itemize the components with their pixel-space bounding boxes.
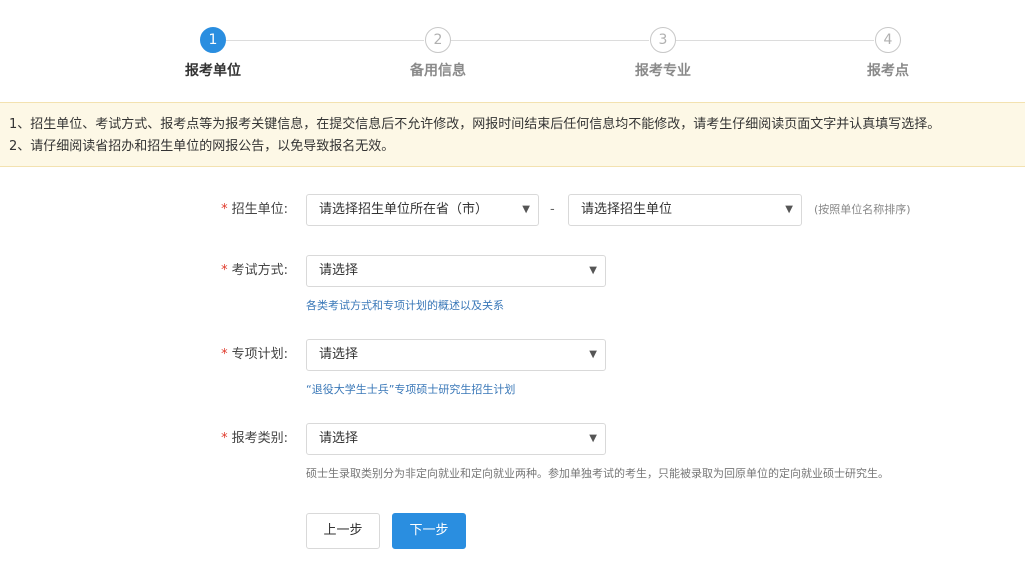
progress-stepper: 1 报考单位 2 备用信息 3 报考专业 4 报考点 — [0, 0, 1025, 100]
step-number: 3 — [650, 27, 676, 53]
required-mark: * — [221, 347, 228, 362]
special-plan-select-value: 请选择 — [319, 347, 359, 362]
unit-select-value: 请选择招生单位 — [581, 202, 673, 217]
category-row: * 报考类别: 请选择 ▼ 硕士生录取类别分为非定向就业和定向就业两种。参加单独考… — [0, 423, 1025, 483]
step-1: 1 报考单位 — [153, 27, 273, 80]
step-label: 报考单位 — [185, 63, 241, 79]
exam-method-select-value: 请选择 — [319, 263, 359, 278]
unit-row: * 招生单位: 请选择招生单位所在省（市） ▼ - 请选择招生单位 ▼ (按照单位… — [0, 194, 1025, 226]
step-number: 1 — [200, 27, 226, 53]
special-plan-label: * 专项计划: — [221, 347, 288, 362]
separator: - — [550, 202, 555, 217]
chevron-down-icon: ▼ — [785, 204, 793, 215]
province-select-value: 请选择招生单位所在省（市） — [319, 202, 489, 217]
exam-method-select[interactable]: 请选择 ▼ — [306, 255, 606, 287]
step-3: 3 报考专业 — [603, 27, 723, 80]
exam-method-info-link[interactable]: 各类考试方式和专项计划的概述以及关系 — [306, 297, 504, 313]
category-hint: 硕士生录取类别分为非定向就业和定向就业两种。参加单独考试的考生，只能被录取为回原… — [306, 467, 889, 480]
required-mark: * — [221, 202, 228, 217]
step-4: 4 报考点 — [828, 27, 948, 80]
special-plan-select[interactable]: 请选择 ▼ — [306, 339, 606, 371]
chevron-down-icon: ▼ — [589, 349, 597, 360]
special-plan-row: * 专项计划: 请选择 ▼ “退役大学生士兵”专项硕士研究生招生计划 — [0, 339, 1025, 399]
notice-banner: 1、招生单位、考试方式、报考点等为报考关键信息，在提交信息后不允许修改，网报时间… — [0, 102, 1025, 167]
step-label: 报考点 — [867, 63, 909, 79]
unit-sort-hint: (按照单位名称排序) — [814, 203, 911, 216]
province-select[interactable]: 请选择招生单位所在省（市） ▼ — [306, 194, 539, 226]
category-label: * 报考类别: — [221, 431, 288, 446]
exam-method-row: * 考试方式: 请选择 ▼ 各类考试方式和专项计划的概述以及关系 — [0, 255, 1025, 315]
notice-line-2: 2、请仔细阅读省招办和招生单位的网报公告，以免导致报名无效。 — [9, 139, 395, 154]
required-mark: * — [221, 431, 228, 446]
step-number: 4 — [875, 27, 901, 53]
next-step-button[interactable]: 下一步 — [392, 513, 466, 549]
exam-method-label: * 考试方式: — [221, 263, 288, 278]
notice-line-1: 1、招生单位、考试方式、报考点等为报考关键信息，在提交信息后不允许修改，网报时间… — [9, 117, 941, 132]
unit-label: * 招生单位: — [221, 202, 288, 217]
required-mark: * — [221, 263, 228, 278]
step-label: 备用信息 — [410, 63, 466, 79]
step-number: 2 — [425, 27, 451, 53]
step-2: 2 备用信息 — [378, 27, 498, 80]
chevron-down-icon: ▼ — [589, 433, 597, 444]
step-label: 报考专业 — [635, 63, 691, 79]
chevron-down-icon: ▼ — [522, 204, 530, 215]
category-select-value: 请选择 — [319, 431, 359, 446]
special-plan-info-link[interactable]: “退役大学生士兵”专项硕士研究生招生计划 — [306, 381, 515, 397]
unit-select[interactable]: 请选择招生单位 ▼ — [568, 194, 802, 226]
chevron-down-icon: ▼ — [589, 265, 597, 276]
prev-step-button[interactable]: 上一步 — [306, 513, 380, 549]
category-select[interactable]: 请选择 ▼ — [306, 423, 606, 455]
